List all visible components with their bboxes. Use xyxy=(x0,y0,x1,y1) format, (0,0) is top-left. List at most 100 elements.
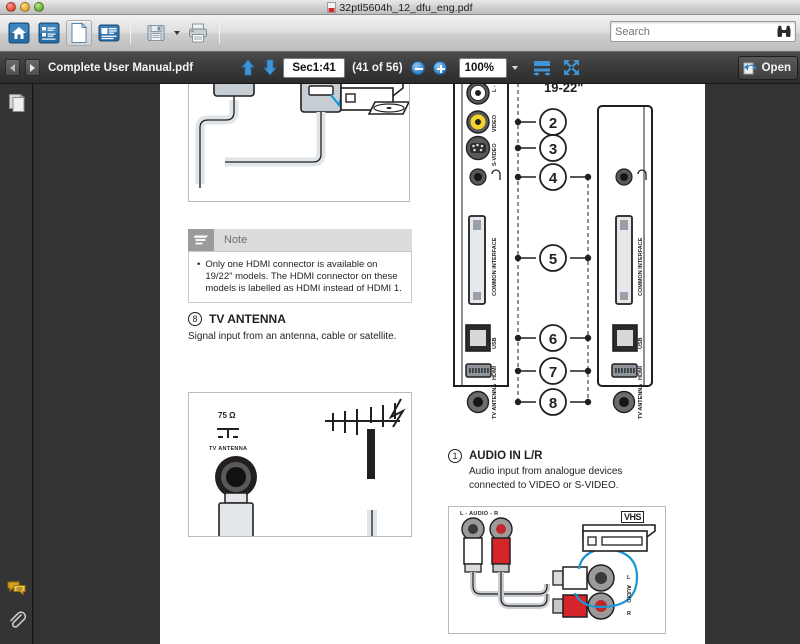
open-folder-icon xyxy=(743,61,758,76)
audio-figure-drawing xyxy=(461,517,656,620)
sidebar-item-pages[interactable] xyxy=(7,93,27,113)
page-count-label: (41 of 56) xyxy=(352,61,403,74)
pdf-file-icon xyxy=(327,2,337,13)
floppy-save-icon xyxy=(146,23,166,43)
svg-text:COMMON INTERFACE: COMMON INTERFACE xyxy=(638,237,644,296)
search-input[interactable] xyxy=(615,25,777,38)
section-1-body-line1: Audio input from analogue devices xyxy=(469,466,623,477)
chevron-left-icon xyxy=(10,63,15,72)
note-bullet-text: Only one HDMI connector is available on … xyxy=(205,259,402,295)
save-dropdown-caret-icon[interactable] xyxy=(174,31,180,35)
fit-page-button[interactable] xyxy=(563,59,580,76)
close-button[interactable] xyxy=(6,2,16,12)
note-header: Note xyxy=(188,229,412,251)
view-button-group xyxy=(0,20,124,46)
zoom-in-button[interactable] xyxy=(432,60,447,75)
panel-layout-icon xyxy=(98,22,120,44)
zoom-button[interactable] xyxy=(34,2,44,12)
section-1-title: AUDIO IN L/R xyxy=(469,450,543,462)
window-titlebar: 32ptl5604h_12_dfu_eng.pdf xyxy=(0,0,800,15)
open-button[interactable]: Open xyxy=(737,56,798,80)
audio-connection-figure: L - AUDIO - R VHS L AUDIO R xyxy=(448,506,666,634)
svg-text:TV ANTENNA: TV ANTENNA xyxy=(492,384,498,419)
sidebar-item-comments[interactable] xyxy=(7,578,27,598)
fit-width-button[interactable] xyxy=(533,60,551,76)
zoom-level-value: 100% xyxy=(464,61,494,74)
svg-text:2: 2 xyxy=(549,115,557,132)
page-down-button[interactable] xyxy=(263,59,277,76)
search-box[interactable] xyxy=(610,21,796,42)
window-title: 32ptl5604h_12_dfu_eng.pdf xyxy=(339,1,473,14)
audio-label-r: R xyxy=(627,611,631,617)
sidebar-item-attachments[interactable] xyxy=(7,610,27,630)
save-button[interactable] xyxy=(143,20,169,46)
page-number-field[interactable]: Sec1:41 xyxy=(283,57,346,78)
impedance-label: 75 Ω xyxy=(218,411,236,420)
window-controls[interactable] xyxy=(6,2,44,12)
note-icon xyxy=(188,229,214,251)
panel-drawing: 12 34 56 78 L - AUDIO - R VIDEO S-VIDEO … xyxy=(453,84,653,419)
hdmi-figure-drawing xyxy=(195,84,409,188)
contents-button[interactable] xyxy=(36,20,62,46)
svg-text:8: 8 xyxy=(549,395,557,412)
svg-text:6: 6 xyxy=(549,331,557,348)
zoom-level-field[interactable]: 100% xyxy=(458,57,507,78)
sidebar-rail xyxy=(0,84,33,644)
expand-arrows-icon xyxy=(563,59,580,76)
note-bullet: • Only one HDMI connector is available o… xyxy=(197,259,403,296)
svg-text:VIDEO: VIDEO xyxy=(492,114,498,132)
svg-text:5: 5 xyxy=(549,251,557,268)
list-icon xyxy=(38,22,60,44)
svg-text:7: 7 xyxy=(549,364,557,381)
svg-text:USB: USB xyxy=(492,337,498,349)
svg-text:HDMI: HDMI xyxy=(492,365,498,380)
svg-text:TV ANTENNA: TV ANTENNA xyxy=(638,384,644,419)
tv-antenna-figure: 75 Ω TV ANTENNA xyxy=(188,392,412,537)
antenna-port-label: TV ANTENNA xyxy=(209,446,248,452)
svg-text:3: 3 xyxy=(549,141,557,158)
main-toolbar xyxy=(0,15,800,52)
minimize-button[interactable] xyxy=(20,2,30,12)
window-title-group: 32ptl5604h_12_dfu_eng.pdf xyxy=(0,0,800,15)
section-1-heading: 1 AUDIO IN L/R xyxy=(448,449,542,463)
section-1-number: 1 xyxy=(448,449,462,463)
print-button[interactable] xyxy=(185,20,211,46)
prev-document-button[interactable] xyxy=(5,59,20,76)
chevron-right-icon xyxy=(30,63,35,72)
arrow-up-icon xyxy=(241,59,255,76)
svg-text:L - AUDIO - R: L - AUDIO - R xyxy=(492,84,498,92)
file-button-group xyxy=(137,20,213,46)
zoom-out-button[interactable] xyxy=(410,60,425,75)
page-up-button[interactable] xyxy=(241,59,255,76)
document-toolbar: Complete User Manual.pdf Sec1:41 (41 of … xyxy=(0,52,800,84)
paperclip-icon xyxy=(7,610,27,630)
pdf-viewport[interactable]: HDMI Note • Only one HDMI connector is a… xyxy=(34,84,800,644)
open-button-label: Open xyxy=(761,62,791,74)
thumbnail-view-button[interactable] xyxy=(96,20,122,46)
page-view-button[interactable] xyxy=(66,20,92,46)
vhs-badge: VHS xyxy=(621,511,645,523)
audio-label-l: L xyxy=(627,575,631,581)
plus-icon-v xyxy=(439,64,442,73)
next-document-button[interactable] xyxy=(25,59,40,76)
toolbar-divider-1 xyxy=(130,22,131,44)
arrow-down-icon xyxy=(263,59,277,76)
section-1-body-line2: connected to VIDEO or S-VIDEO. xyxy=(469,480,619,491)
audio-label-audio: AUDIO xyxy=(625,585,631,603)
section-8-number: 8 xyxy=(188,312,202,326)
connector-panel-figure: 19-22" 2 3 4 5 6 7 8 VIDEO S-VIDEO COMMO… xyxy=(448,84,686,444)
note-heading: Note xyxy=(224,234,248,246)
bullet-marker: • xyxy=(197,259,201,270)
section-8-body: Signal input from an antenna, cable or s… xyxy=(188,331,397,342)
printer-icon xyxy=(187,22,209,44)
binoculars-icon[interactable] xyxy=(777,25,791,38)
zoom-dropdown-caret-icon[interactable] xyxy=(511,65,518,70)
pages-icon xyxy=(7,93,27,113)
svg-text:HDMI: HDMI xyxy=(638,365,644,380)
panel-size-label: 19-22" xyxy=(544,84,584,95)
svg-text:USB: USB xyxy=(638,337,644,349)
audio-connector-label: L - AUDIO - R xyxy=(460,511,499,517)
comments-icon xyxy=(7,578,27,598)
fit-width-icon xyxy=(533,60,551,76)
home-button[interactable] xyxy=(6,20,32,46)
